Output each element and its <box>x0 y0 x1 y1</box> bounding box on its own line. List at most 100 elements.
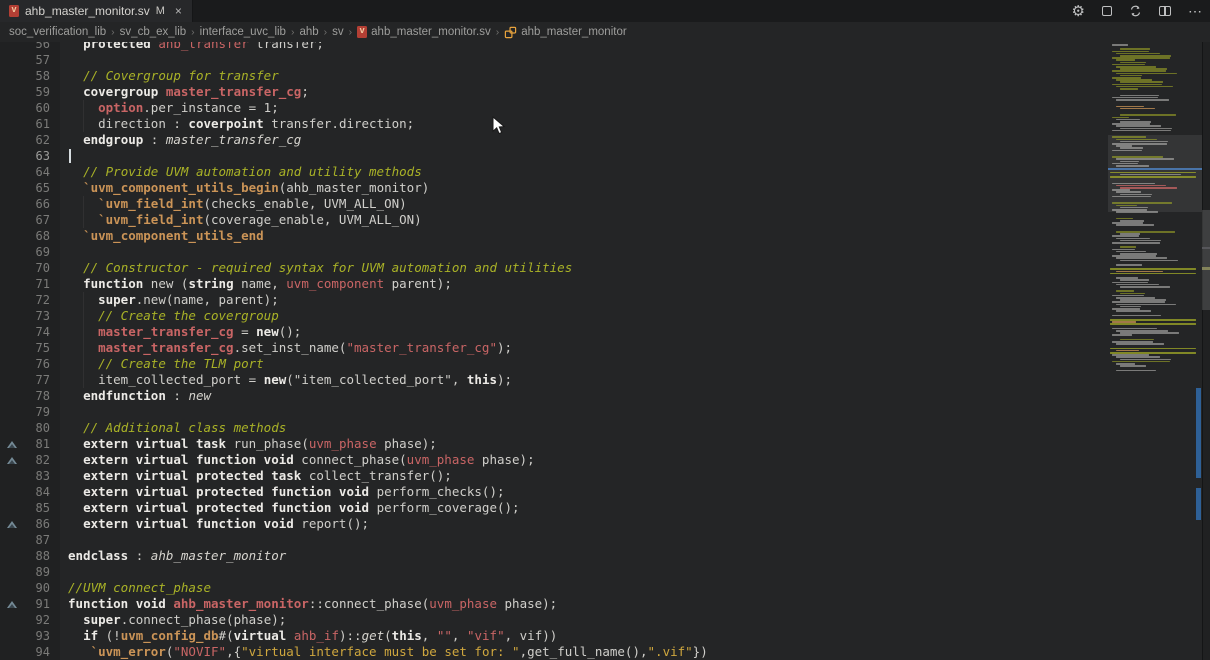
code-line-82[interactable]: 82 extern virtual function void connect_… <box>0 452 708 468</box>
code-line-69[interactable]: 69 <box>0 244 708 260</box>
overview-ruler[interactable] <box>1202 42 1210 660</box>
code-line-57[interactable]: 57 <box>0 52 708 68</box>
code-line-79[interactable]: 79 <box>0 404 708 420</box>
gutter[interactable]: 63 <box>0 148 60 164</box>
gutter[interactable]: 72 <box>0 292 60 308</box>
gutter[interactable]: 80 <box>0 420 60 436</box>
gutter[interactable]: 78 <box>0 388 60 404</box>
gutter[interactable]: 82 <box>0 452 60 468</box>
gutter[interactable]: 62 <box>0 132 60 148</box>
gutter[interactable]: 76 <box>0 356 60 372</box>
tab-title: ahb_master_monitor.sv <box>25 4 150 18</box>
close-icon[interactable]: × <box>175 4 182 18</box>
gutter[interactable]: 89 <box>0 564 60 580</box>
sync-icon[interactable] <box>1129 5 1142 17</box>
code-line-75[interactable]: 75 master_transfer_cg.set_inst_name("mas… <box>0 340 708 356</box>
gutter[interactable]: 91 <box>0 596 60 612</box>
gutter[interactable]: 79 <box>0 404 60 420</box>
gutter[interactable]: 93 <box>0 628 60 644</box>
code-line-77[interactable]: 77 item_collected_port = new("item_colle… <box>0 372 708 388</box>
code-line-61[interactable]: 61 direction : coverpoint transfer.direc… <box>0 116 708 132</box>
gutter[interactable]: 66 <box>0 196 60 212</box>
code-line-66[interactable]: 66 `uvm_field_int(checks_enable, UVM_ALL… <box>0 196 708 212</box>
code-line-91[interactable]: 91function void ahb_master_monitor::conn… <box>0 596 708 612</box>
code-line-68[interactable]: 68 `uvm_component_utils_end <box>0 228 708 244</box>
gutter[interactable]: 83 <box>0 468 60 484</box>
code-line-65[interactable]: 65 `uvm_component_utils_begin(ahb_master… <box>0 180 708 196</box>
breadcrumb-item-file[interactable]: ahb_master_monitor.sv <box>357 26 491 38</box>
tab-ahb-master-monitor[interactable]: ahb_master_monitor.sv M × <box>0 0 193 22</box>
line-number: 71 <box>36 276 50 292</box>
gutter[interactable]: 57 <box>0 52 60 68</box>
code-line-85[interactable]: 85 extern virtual protected function voi… <box>0 500 708 516</box>
gutter[interactable]: 74 <box>0 324 60 340</box>
code-line-76[interactable]: 76 // Create the TLM port <box>0 356 708 372</box>
code-line-58[interactable]: 58 // Covergroup for transfer <box>0 68 708 84</box>
breadcrumb-item-ahb[interactable]: ahb <box>299 26 318 38</box>
gutter[interactable]: 81 <box>0 436 60 452</box>
settings-gear-icon[interactable]: ⚙ <box>1072 4 1085 19</box>
code-line-89[interactable]: 89 <box>0 564 708 580</box>
gutter[interactable]: 58 <box>0 68 60 84</box>
code-line-70[interactable]: 70 // Constructor - required syntax for … <box>0 260 708 276</box>
gutter[interactable]: 87 <box>0 532 60 548</box>
gutter[interactable]: 59 <box>0 84 60 100</box>
gutter[interactable]: 77 <box>0 372 60 388</box>
gutter[interactable]: 90 <box>0 580 60 596</box>
gutter[interactable]: 60 <box>0 100 60 116</box>
gutter[interactable]: 61 <box>0 116 60 132</box>
layout-square-icon[interactable] <box>1102 6 1112 16</box>
gutter[interactable]: 94 <box>0 644 60 660</box>
code-line-88[interactable]: 88endclass : ahb_master_monitor <box>0 548 708 564</box>
code-line-62[interactable]: 62 endgroup : master_transfer_cg <box>0 132 708 148</box>
code-line-56[interactable]: 56 protected ahb_transfer transfer; <box>0 42 708 52</box>
gutter[interactable]: 73 <box>0 308 60 324</box>
gutter[interactable]: 71 <box>0 276 60 292</box>
line-number: 82 <box>36 452 50 468</box>
more-actions-icon[interactable]: ⋯ <box>1188 4 1202 18</box>
code-line-78[interactable]: 78 endfunction : new <box>0 388 708 404</box>
gutter[interactable]: 88 <box>0 548 60 564</box>
code-text <box>60 532 68 548</box>
gutter[interactable]: 70 <box>0 260 60 276</box>
gutter[interactable]: 68 <box>0 228 60 244</box>
breadcrumb-item-soc_verification_lib[interactable]: soc_verification_lib <box>9 26 106 38</box>
gutter[interactable]: 69 <box>0 244 60 260</box>
code-line-87[interactable]: 87 <box>0 532 708 548</box>
breadcrumb-item-sv[interactable]: sv <box>332 26 344 38</box>
code-line-92[interactable]: 92 super.connect_phase(phase); <box>0 612 708 628</box>
gutter[interactable]: 86 <box>0 516 60 532</box>
code-line-86[interactable]: 86 extern virtual function void report()… <box>0 516 708 532</box>
code-line-63[interactable]: 63 <box>0 148 708 164</box>
code-line-67[interactable]: 67 `uvm_field_int(coverage_enable, UVM_A… <box>0 212 708 228</box>
gutter[interactable]: 56 <box>0 42 60 52</box>
gutter[interactable]: 65 <box>0 180 60 196</box>
minimap[interactable] <box>1108 42 1202 660</box>
scrollbar-thumb[interactable] <box>1202 210 1210 310</box>
code-line-84[interactable]: 84 extern virtual protected function voi… <box>0 484 708 500</box>
code-line-72[interactable]: 72 super.new(name, parent); <box>0 292 708 308</box>
gutter[interactable]: 92 <box>0 612 60 628</box>
code-line-83[interactable]: 83 extern virtual protected task collect… <box>0 468 708 484</box>
split-editor-icon[interactable] <box>1159 6 1171 16</box>
gutter[interactable]: 75 <box>0 340 60 356</box>
code-editor[interactable]: 56 protected ahb_transfer transfer;5758 … <box>0 42 1108 660</box>
code-line-93[interactable]: 93 if (!uvm_config_db#(virtual ahb_if)::… <box>0 628 708 644</box>
gutter[interactable]: 64 <box>0 164 60 180</box>
breadcrumb-item-sv_cb_ex_lib[interactable]: sv_cb_ex_lib <box>120 26 186 38</box>
code-line-60[interactable]: 60 option.per_instance = 1; <box>0 100 708 116</box>
gutter[interactable]: 85 <box>0 500 60 516</box>
gutter[interactable]: 67 <box>0 212 60 228</box>
code-line-94[interactable]: 94 `uvm_error("NOVIF",{"virtual interfac… <box>0 644 708 660</box>
code-line-74[interactable]: 74 master_transfer_cg = new(); <box>0 324 708 340</box>
gutter[interactable]: 84 <box>0 484 60 500</box>
breadcrumb-item-interface_uvc_lib[interactable]: interface_uvc_lib <box>200 26 286 38</box>
code-line-73[interactable]: 73 // Create the covergroup <box>0 308 708 324</box>
code-line-90[interactable]: 90//UVM connect_phase <box>0 580 708 596</box>
code-line-80[interactable]: 80 // Additional class methods <box>0 420 708 436</box>
code-line-81[interactable]: 81 extern virtual task run_phase(uvm_pha… <box>0 436 708 452</box>
breadcrumb-item-symbol[interactable]: ahb_master_monitor <box>504 26 626 39</box>
code-line-64[interactable]: 64 // Provide UVM automation and utility… <box>0 164 708 180</box>
code-line-59[interactable]: 59 covergroup master_transfer_cg; <box>0 84 708 100</box>
code-line-71[interactable]: 71 function new (string name, uvm_compon… <box>0 276 708 292</box>
